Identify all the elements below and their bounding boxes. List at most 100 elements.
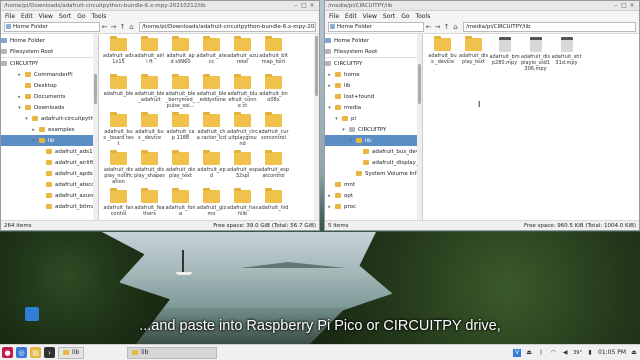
file-item[interactable]: adafruit_esp 32spi	[227, 150, 258, 189]
scrollbar-thumb[interactable]	[94, 74, 97, 104]
file-item[interactable]: adafruit_fan contol	[103, 188, 134, 220]
menu-tools[interactable]: Tools	[92, 13, 107, 20]
tree-item[interactable]: adafruit_airlift	[1, 157, 98, 168]
path-input[interactable]: /media/pi/CIRCUITPY/lib	[463, 22, 636, 32]
forward-arrow-icon[interactable]: →	[433, 23, 442, 31]
file-item[interactable]: adafruit_fea thers	[134, 188, 165, 220]
tree-item[interactable]: adafruit_azureiot	[1, 190, 98, 201]
tree-item[interactable]: adafruit_ads1x15	[1, 146, 98, 157]
back-arrow-icon[interactable]: ←	[424, 23, 433, 31]
file-item[interactable]: adafruit_ble _berrymed_ pulse_oxi...	[165, 74, 196, 113]
file-item[interactable]: adafruit_blu efruit_conne ct	[227, 74, 258, 113]
tree-item[interactable]: ▸ home	[325, 69, 422, 80]
menu-view[interactable]: View	[363, 13, 377, 20]
place-root[interactable]: Filesystem Root	[325, 46, 422, 57]
scrollbar-thumb[interactable]	[315, 36, 318, 96]
forward-arrow-icon[interactable]: →	[109, 23, 118, 31]
scrollbar-thumb[interactable]	[418, 64, 421, 104]
home-nav-icon[interactable]: ⌂	[127, 23, 136, 31]
tree-item[interactable]: ▸ opt	[325, 190, 422, 201]
close-icon[interactable]: ×	[628, 2, 636, 9]
eject-device-icon[interactable]: ⏏	[630, 349, 638, 357]
tree-item[interactable]: lost+found	[325, 91, 422, 102]
tree-item[interactable]: ▸ examples	[1, 124, 98, 135]
menu-sort[interactable]: Sort	[59, 13, 71, 20]
menu-file[interactable]: File	[329, 13, 339, 20]
tree-scrollbar[interactable]	[93, 34, 98, 220]
up-arrow-icon[interactable]: ↑	[442, 23, 451, 31]
file-item[interactable]: adafruit_has hlib	[227, 188, 258, 220]
file-item[interactable]: adafruit_bus _device	[427, 36, 458, 75]
file-item[interactable]: adafruit_dis play_notific ation	[103, 150, 134, 189]
menu-tools[interactable]: Tools	[416, 13, 431, 20]
tree-item[interactable]: adafruit_atecc	[1, 179, 98, 190]
title-bar[interactable]: /home/pi/Downloads/adafruit-circuitpytho…	[1, 1, 319, 11]
tree-item[interactable]: adafruit_bitmap_font	[1, 201, 98, 212]
tree-item[interactable]: ▾ pi	[325, 113, 422, 124]
tree-item[interactable]: ▾ lib	[325, 135, 422, 146]
tree-item[interactable]: adafruit_display_text	[325, 157, 422, 168]
file-item[interactable]: adafruit_bit map_font	[258, 36, 289, 75]
file-item[interactable]: adafruit_sht 31d.mpy	[551, 37, 582, 75]
menu-edit[interactable]: Edit	[345, 13, 357, 20]
tree-item[interactable]: mnt	[325, 179, 422, 190]
expander-icon[interactable]: ▾	[341, 127, 346, 133]
file-item[interactable]: adafruit_bus _board test	[103, 112, 134, 151]
tree-item[interactable]: ▾ media	[325, 102, 422, 113]
file-item[interactable]: adafruit_azu reiot	[227, 36, 258, 75]
tree-item[interactable]: ▸ lib	[325, 80, 422, 91]
file-item[interactable]: adafruit_esp atcontrol	[258, 150, 289, 189]
place-home[interactable]: Home Folder	[1, 35, 98, 46]
path-input[interactable]: /home/pi/Downloads/adafruit-circuitpytho…	[139, 22, 316, 32]
file-item[interactable]: adafruit_ble _adafruit	[134, 74, 165, 113]
maximize-icon[interactable]: □	[300, 2, 308, 9]
back-arrow-icon[interactable]: ←	[100, 23, 109, 31]
vnc-icon[interactable]: V	[513, 348, 522, 357]
web-browser-icon[interactable]: ◎	[16, 347, 27, 358]
menu-go[interactable]: Go	[77, 13, 85, 20]
file-item[interactable]: adafruit_dis playio_ssd1 306.mpy	[520, 37, 551, 75]
clock[interactable]: 01:05 PM	[598, 349, 626, 356]
file-item[interactable]: adafruit_giz mo	[196, 188, 227, 220]
file-item[interactable]: adafruit_bus _device	[134, 112, 165, 151]
expander-icon[interactable]: ▸	[17, 94, 22, 100]
expander-icon[interactable]: ▾	[24, 116, 29, 122]
tree-item[interactable]: ▸ proc	[325, 201, 422, 212]
raspberry-menu-icon[interactable]: ●	[2, 347, 13, 358]
place-home[interactable]: Home Folder	[325, 35, 422, 46]
file-item[interactable]: adafruit_ate cc	[196, 36, 227, 75]
expander-icon[interactable]: ▸	[327, 72, 332, 78]
file-item[interactable]: adafruit_cur sorcontrol	[258, 112, 289, 151]
minimize-icon[interactable]: –	[612, 2, 620, 9]
file-manager-icon[interactable]: ▤	[30, 347, 41, 358]
expander-icon[interactable]: ▾	[334, 116, 339, 122]
place-circuitpy[interactable]: CIRCUITPY	[325, 58, 422, 69]
eject-icon[interactable]: ⏏	[525, 349, 533, 357]
grid-scrollbar[interactable]	[314, 34, 319, 220]
side-pane-mode-select[interactable]: Home Folder	[328, 22, 424, 32]
tree-scrollbar[interactable]	[417, 34, 422, 220]
file-item[interactable]: adafruit_epd	[196, 150, 227, 189]
wifi-icon[interactable]: ◠	[549, 349, 557, 357]
title-bar[interactable]: /media/pi/CIRCUITPY/lib – □ ×	[325, 1, 639, 11]
taskbar-task-lib-2[interactable]: lib	[127, 346, 218, 359]
minimize-icon[interactable]: –	[292, 2, 300, 9]
home-nav-icon[interactable]: ⌂	[451, 23, 460, 31]
bluetooth-icon[interactable]: ᛒ	[537, 349, 545, 357]
expander-icon[interactable]: ▸	[17, 72, 22, 78]
file-item[interactable]: adafruit_dis play_text	[165, 150, 196, 189]
file-item[interactable]: adafruit_ble	[103, 74, 134, 113]
tree-item[interactable]: System Volume Information	[325, 168, 422, 179]
file-item[interactable]: adafruit_bm p280.mpy	[489, 37, 520, 75]
menu-view[interactable]: View	[39, 13, 53, 20]
menu-file[interactable]: File	[5, 13, 15, 20]
file-item[interactable]: adafruit_airli ft	[134, 36, 165, 75]
file-item[interactable]: adafruit_bn o08x	[258, 74, 289, 113]
place-root[interactable]: Filesystem Root	[1, 46, 98, 57]
file-item[interactable]: adafruit_dis play_text	[458, 36, 489, 75]
tree-item[interactable]: ▸ CommanderPi	[1, 69, 98, 80]
file-item[interactable]: adafruit_dis play_shapes	[134, 150, 165, 189]
expander-icon[interactable]: ▾	[348, 138, 353, 144]
tree-item[interactable]: ▸ Documents	[1, 91, 98, 102]
expander-icon[interactable]: ▾	[327, 105, 332, 111]
